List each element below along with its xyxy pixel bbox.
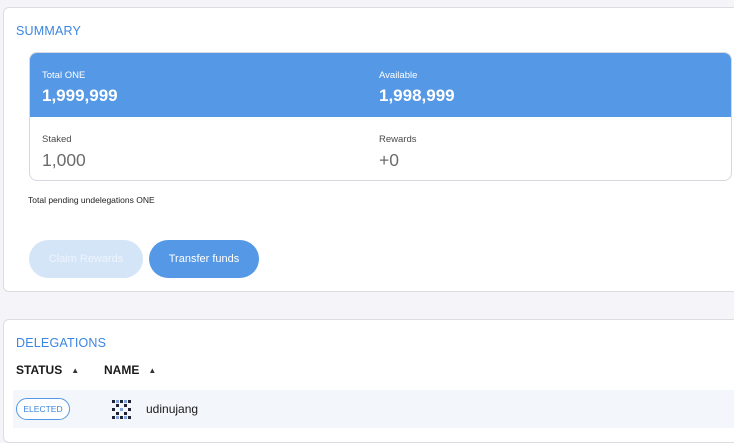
balance-stats-panel: Total ONE 1,999,999 Available 1,998,999 … <box>29 52 732 181</box>
available-label: Available <box>379 70 418 81</box>
summary-title: SUMMARY <box>16 24 82 38</box>
status-badge: ELECTED <box>16 398 70 420</box>
available-value: 1,998,999 <box>379 86 455 105</box>
total-one-stat: Total ONE 1,999,999 <box>42 70 118 106</box>
pending-undelegations-text: Total pending undelegations ONE <box>28 195 155 205</box>
transfer-funds-button[interactable]: Transfer funds <box>149 240 259 278</box>
rewards-value: +0 <box>379 150 399 170</box>
status-column-header[interactable]: STATUS ▲ <box>16 363 79 377</box>
sort-up-icon[interactable]: ▲ <box>71 366 79 375</box>
staked-value: 1,000 <box>42 150 86 170</box>
identicon-icon <box>112 400 131 419</box>
staked-label: Staked <box>42 134 72 145</box>
total-one-value: 1,999,999 <box>42 86 118 105</box>
rewards-stat: Rewards +0 <box>379 134 417 171</box>
rewards-label: Rewards <box>379 134 417 145</box>
validator-name[interactable]: udinujang <box>146 402 198 416</box>
claim-rewards-button[interactable]: Claim Rewards <box>29 240 143 278</box>
summary-card: SUMMARY Total ONE 1,999,999 Available 1,… <box>3 7 734 292</box>
sort-up-icon[interactable]: ▲ <box>148 366 156 375</box>
delegations-title: DELEGATIONS <box>16 336 107 350</box>
name-column-header[interactable]: NAME ▲ <box>104 363 156 377</box>
table-row[interactable]: ELECTED udinujang <box>13 390 734 428</box>
delegations-card: DELEGATIONS STATUS ▲ NAME ▲ ELECTED udin… <box>3 319 734 443</box>
name-column-label: NAME <box>104 363 140 377</box>
total-one-label: Total ONE <box>42 70 86 81</box>
available-stat: Available 1,998,999 <box>379 70 455 106</box>
staked-stat: Staked 1,000 <box>42 134 86 171</box>
status-column-label: STATUS <box>16 363 63 377</box>
balance-stats-highlight: Total ONE 1,999,999 Available 1,998,999 <box>30 53 731 117</box>
